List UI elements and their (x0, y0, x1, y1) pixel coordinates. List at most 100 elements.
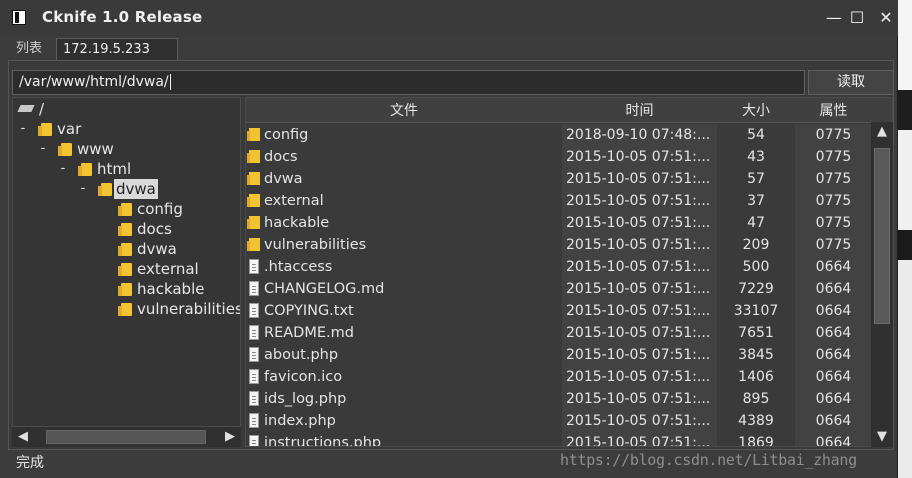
file-icon (249, 325, 259, 340)
cell-attr: 0664 (795, 322, 872, 344)
cell-name: docs (246, 146, 562, 168)
scroll-right-icon[interactable]: ▶ (221, 427, 239, 447)
file-icon (249, 259, 259, 274)
file-icon (249, 347, 259, 362)
table-row[interactable]: instructions.php 2015-10-05 07:51:... 1869… (246, 432, 872, 447)
title-bar[interactable]: Cknife 1.0 Release — ☐ ✕ (0, 0, 898, 36)
background-window-edge (898, 0, 912, 478)
cell-time: 2015-10-05 07:51:... (562, 212, 717, 234)
table-row[interactable]: config 2018-09-10 07:48:... 54 0775 (246, 124, 872, 146)
file-list: 文件 时间 大小 属性 config 2018-09-10 07:48:... 54… (245, 97, 893, 447)
file-name: instructions.php (264, 435, 382, 447)
cell-size: 37 (747, 193, 765, 209)
tree-horizontal-scrollbar[interactable]: ◀ ▶ (12, 426, 241, 447)
cell-attr: 0664 (795, 344, 872, 366)
cell-name: about.php (246, 344, 562, 366)
scroll-left-icon[interactable]: ◀ (14, 427, 32, 447)
table-row[interactable]: favicon.ico 2015-10-05 07:51:... 1406 0664 (246, 366, 872, 388)
file-name: .htaccess (264, 259, 333, 275)
folder-icon (78, 163, 92, 176)
scrollbar-thumb[interactable] (874, 148, 890, 324)
cell-attr: 0775 (795, 168, 872, 190)
table-row[interactable]: CHANGELOG.md 2015-10-05 07:51:... 7229 0664 (246, 278, 872, 300)
file-icon (249, 369, 259, 384)
collapse-toggle[interactable]: - (38, 139, 48, 159)
cell-size: 7229 (738, 281, 774, 297)
folder-icon (118, 283, 132, 296)
cell-name: vulnerabilities (246, 234, 562, 256)
folder-icon (118, 243, 132, 256)
folder-icon (118, 223, 132, 236)
cell-name: favicon.ico (246, 366, 562, 388)
folder-icon (98, 183, 112, 196)
cell-size: 57 (747, 171, 765, 187)
cell-attr: 0664 (795, 278, 872, 300)
maximize-button[interactable]: ☐ (847, 8, 867, 28)
column-header-name[interactable]: 文件 (246, 98, 562, 122)
column-header-size[interactable]: 大小 (717, 98, 795, 122)
folder-icon (247, 150, 260, 163)
file-list-header: 文件 时间 大小 属性 (246, 98, 892, 123)
cell-time: 2015-10-05 07:51:... (562, 366, 717, 388)
file-name: config (264, 127, 309, 143)
cell-name: dvwa (246, 168, 562, 190)
scroll-down-icon[interactable]: ▼ (871, 427, 893, 447)
cell-name: .htaccess (246, 256, 562, 278)
table-row[interactable]: vulnerabilities 2015-10-05 07:51:... 209 07… (246, 234, 872, 256)
cell-time: 2015-10-05 07:51:... (562, 234, 717, 256)
cell-size: 1406 (738, 369, 774, 385)
cell-attr: 0775 (795, 124, 872, 146)
cell-time: 2015-10-05 07:51:... (562, 300, 717, 322)
cell-time: 2018-09-10 07:48:... (562, 124, 717, 146)
cell-name: ids_log.php (246, 388, 562, 410)
minimize-button[interactable]: — (824, 8, 844, 28)
folder-icon (247, 216, 260, 229)
collapse-toggle[interactable]: - (78, 179, 88, 199)
cell-time: 2015-10-05 07:51:... (562, 278, 717, 300)
cell-attr: 0664 (795, 300, 872, 322)
file-list-vertical-scrollbar[interactable]: ▲ ▼ (871, 122, 893, 447)
cell-time: 2015-10-05 07:51:... (562, 190, 717, 212)
file-name: favicon.ico (264, 369, 343, 385)
window-title: Cknife 1.0 Release (42, 8, 203, 26)
table-row[interactable]: COPYING.txt 2015-10-05 07:51:... 33107 0664 (246, 300, 872, 322)
tab-host[interactable]: 172.19.5.233 (56, 38, 178, 60)
table-row[interactable]: docs 2015-10-05 07:51:... 43 0775 (246, 146, 872, 168)
scroll-up-icon[interactable]: ▲ (871, 122, 893, 142)
table-row[interactable]: about.php 2015-10-05 07:51:... 3845 0664 (246, 344, 872, 366)
path-input[interactable]: /var/www/html/dvwa/ (12, 70, 805, 95)
directory-tree: / - var - www - html - dvwa config docs … (12, 97, 241, 447)
collapse-toggle[interactable]: - (18, 119, 28, 139)
cell-time: 2015-10-05 07:51:... (562, 256, 717, 278)
tree-root-label: / (39, 100, 45, 118)
table-row[interactable]: README.md 2015-10-05 07:51:... 7651 0664 (246, 322, 872, 344)
cell-time: 2015-10-05 07:51:... (562, 322, 717, 344)
collapse-toggle[interactable]: - (58, 159, 68, 179)
table-row[interactable]: hackable 2015-10-05 07:51:... 47 0775 (246, 212, 872, 234)
table-row[interactable]: ids_log.php 2015-10-05 07:51:... 895 0664 (246, 388, 872, 410)
file-name: README.md (264, 325, 354, 341)
cell-name: config (246, 124, 562, 146)
column-header-time[interactable]: 时间 (562, 98, 717, 122)
cell-name: README.md (246, 322, 562, 344)
folder-icon (247, 238, 260, 251)
cell-time: 2015-10-05 07:51:... (562, 410, 717, 432)
tab-list[interactable]: 列表 (10, 38, 54, 60)
tree-node-label: docs (137, 220, 172, 238)
cell-attr: 0775 (795, 190, 872, 212)
file-name: about.php (264, 347, 339, 363)
scrollbar-thumb[interactable] (46, 430, 206, 444)
cell-time: 2015-10-05 07:51:... (562, 146, 717, 168)
close-button[interactable]: ✕ (876, 8, 896, 28)
table-row[interactable]: .htaccess 2015-10-05 07:51:... 500 0664 (246, 256, 872, 278)
tree-node-label-selected: dvwa (114, 179, 158, 199)
cell-attr: 0664 (795, 366, 872, 388)
folder-icon (118, 203, 132, 216)
cell-name: CHANGELOG.md (246, 278, 562, 300)
status-text: 完成 (16, 455, 44, 471)
read-button[interactable]: 读取 (808, 70, 894, 95)
column-header-attr[interactable]: 属性 (795, 98, 872, 122)
table-row[interactable]: external 2015-10-05 07:51:... 37 0775 (246, 190, 872, 212)
table-row[interactable]: index.php 2015-10-05 07:51:... 4389 0664 (246, 410, 872, 432)
table-row[interactable]: dvwa 2015-10-05 07:51:... 57 0775 (246, 168, 872, 190)
